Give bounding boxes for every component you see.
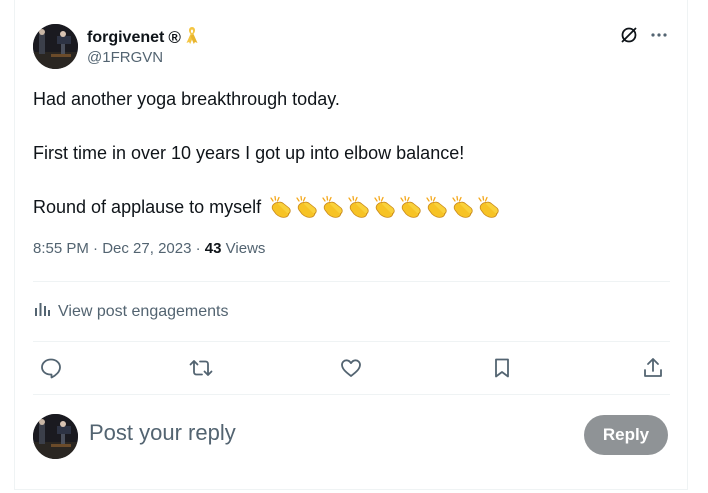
author-avatar[interactable] — [33, 24, 78, 69]
view-engagements-label: View post engagements — [58, 302, 229, 320]
reply-input[interactable]: Post your reply — [89, 420, 236, 446]
post-text-line: Had another yoga breakthrough today. — [33, 89, 340, 109]
view-engagements-link[interactable]: View post engagements — [33, 300, 228, 323]
author-name[interactable]: forgivenet ® — [87, 25, 199, 50]
clapping-hands-emoji — [319, 195, 345, 219]
analytics-icon — [33, 300, 51, 323]
post-text-line-label: Round of applause to myself — [33, 197, 262, 217]
more-options-icon[interactable] — [649, 25, 669, 45]
current-user-avatar[interactable] — [33, 414, 78, 459]
meta-separator: · — [195, 240, 205, 257]
clapping-hands-emoji — [371, 195, 397, 219]
grok-icon[interactable] — [619, 25, 639, 45]
reply-button[interactable]: Reply — [584, 415, 668, 455]
meta-separator: · — [93, 240, 103, 257]
share-icon[interactable] — [640, 355, 666, 381]
clapping-hands-emoji — [475, 195, 501, 219]
views-label: Views — [225, 240, 266, 257]
post-text-line: First time in over 10 years I got up int… — [33, 143, 465, 163]
awareness-ribbon-icon — [185, 25, 199, 50]
display-name: forgivenet — [87, 28, 165, 46]
divider — [33, 341, 670, 342]
post-text-line: Round of applause to myself — [33, 195, 501, 219]
bookmark-icon[interactable] — [489, 355, 515, 381]
clapping-hands-emoji — [423, 195, 449, 219]
post-date[interactable]: Dec 27, 2023 — [102, 240, 191, 257]
author-handle[interactable]: @1FRGVN — [87, 49, 163, 66]
clapping-hands-emoji — [267, 195, 293, 219]
retweet-icon[interactable] — [188, 355, 214, 381]
post-time[interactable]: 8:55 PM — [33, 240, 89, 257]
clapping-hands-emoji-group — [267, 195, 501, 219]
registered-mark: ® — [168, 27, 181, 47]
views-count: 43 — [204, 240, 222, 257]
clapping-hands-emoji — [449, 195, 475, 219]
divider — [33, 394, 670, 395]
clapping-hands-emoji — [293, 195, 319, 219]
divider — [33, 281, 670, 282]
reply-icon[interactable] — [38, 355, 64, 381]
post-meta: 8:55 PM · Dec 27, 2023 · 43 Views — [33, 240, 265, 257]
like-icon[interactable] — [338, 355, 364, 381]
clapping-hands-emoji — [397, 195, 423, 219]
clapping-hands-emoji — [345, 195, 371, 219]
